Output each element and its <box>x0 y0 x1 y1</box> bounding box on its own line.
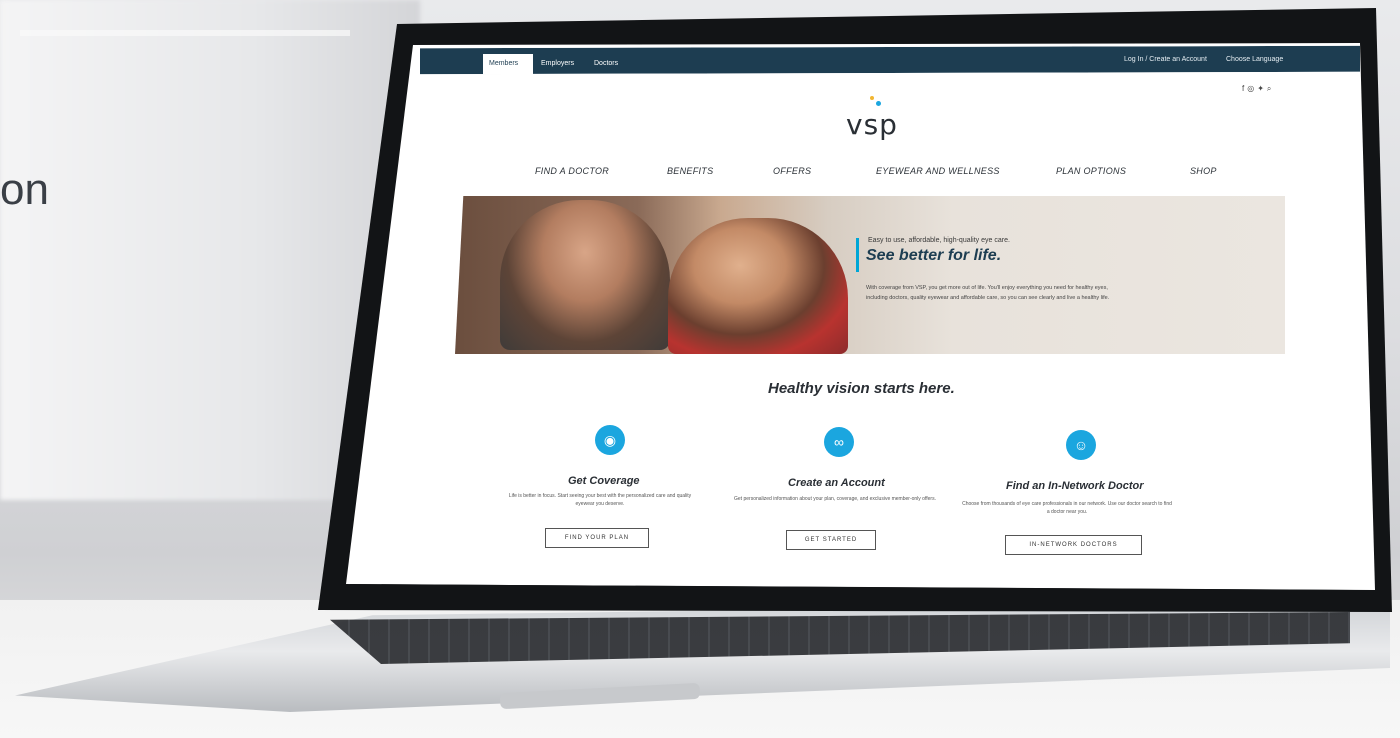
card-title-create-account: Create an Account <box>788 477 885 489</box>
hero-eyebrow: Easy to use, affordable, high-quality ey… <box>868 237 1010 244</box>
language-link[interactable]: Choose Language <box>1226 56 1283 63</box>
shield-eye-icon: ◉ <box>595 425 625 455</box>
twitter-icon[interactable]: ✦ <box>1257 84 1267 93</box>
social-icons[interactable]: f◎✦⌕ <box>1242 84 1274 94</box>
tab-members[interactable]: Members <box>483 54 533 74</box>
nav-benefits[interactable]: BENEFITS <box>667 166 713 176</box>
tab-employers[interactable]: Employers <box>535 54 587 74</box>
hero-photo-child <box>668 218 848 354</box>
nav-plan-options[interactable]: PLAN OPTIONS <box>1056 166 1126 176</box>
doctor-icon: ☺ <box>1066 430 1096 460</box>
glasses-icon: ∞ <box>824 427 854 457</box>
card-body-get-coverage: Life is better in focus. Start seeing yo… <box>508 493 692 507</box>
in-network-doctors-button[interactable]: IN-NETWORK DOCTORS <box>1005 535 1142 555</box>
nav-shop[interactable]: SHOP <box>1190 166 1217 176</box>
logo-dot-blue <box>876 101 881 106</box>
hero-body: With coverage from VSP, you get more out… <box>866 285 1110 301</box>
search-icon[interactable]: ⌕ <box>1267 84 1274 93</box>
background-blind <box>20 30 350 36</box>
hero-accent-bar <box>856 238 859 272</box>
section-title: Healthy vision starts here. <box>768 380 955 397</box>
nav-find-a-doctor[interactable]: FIND A DOCTOR <box>535 166 609 176</box>
background-text-fragment: on <box>0 165 49 214</box>
hero-title: See better for life. <box>866 247 1002 264</box>
nav-offers[interactable]: OFFERS <box>773 166 811 176</box>
vsp-logo[interactable]: vsp <box>846 108 898 141</box>
hero-photo-father <box>500 200 670 350</box>
instagram-icon[interactable]: ◎ <box>1247 84 1257 93</box>
card-body-find-doctor: Choose from thousands of eye care profes… <box>962 501 1172 515</box>
tab-doctors[interactable]: Doctors <box>588 54 628 74</box>
nav-eyewear-and-wellness[interactable]: EYEWEAR AND WELLNESS <box>876 166 1000 176</box>
card-title-find-doctor: Find an In-Network Doctor <box>1006 480 1144 492</box>
get-started-button[interactable]: GET STARTED <box>786 530 876 550</box>
card-body-create-account: Get personalized information about your … <box>734 496 936 502</box>
card-title-get-coverage: Get Coverage <box>568 475 640 487</box>
logo-dot-yellow <box>870 96 874 100</box>
login-link[interactable]: Log In / Create an Account <box>1124 56 1207 63</box>
find-your-plan-button[interactable]: FIND YOUR PLAN <box>545 528 649 548</box>
